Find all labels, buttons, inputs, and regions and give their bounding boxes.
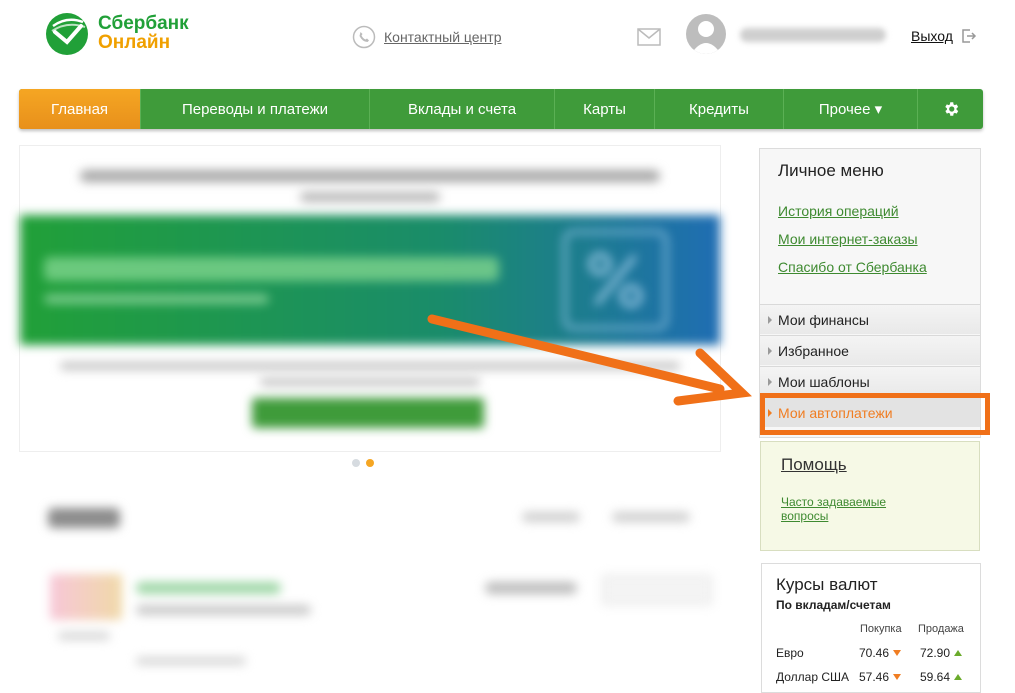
- main-navigation: Главная Переводы и платежи Вклады и счет…: [19, 89, 983, 129]
- avatar[interactable]: [686, 14, 726, 54]
- chevron-right-icon: [768, 315, 772, 324]
- user-silhouette-icon: [691, 21, 721, 54]
- menu-section-favorites[interactable]: Избранное: [760, 335, 980, 365]
- rates-subtitle: По вкладам/счетам: [776, 598, 891, 612]
- rate-buy-value: 57.46: [859, 670, 890, 684]
- rates-title: Курсы валют: [776, 575, 878, 594]
- phone-icon: [352, 25, 376, 49]
- chevron-right-icon: [768, 346, 772, 355]
- rates-col-sell: Продажа: [918, 623, 964, 635]
- cards-link-blurred[interactable]: [522, 512, 580, 522]
- rate-sell-value: 59.64: [920, 670, 951, 684]
- menu-link-internet-orders[interactable]: Мои интернет-заказы: [778, 231, 918, 247]
- rate-currency: Доллар США: [776, 670, 850, 684]
- mail-icon[interactable]: [637, 28, 661, 46]
- card-number-blurred: [136, 605, 311, 615]
- rate-sell-value: 72.90: [920, 646, 951, 660]
- nav-settings-button[interactable]: [918, 89, 983, 129]
- carousel-dot-active[interactable]: [366, 459, 374, 467]
- chevron-right-icon: [768, 377, 772, 386]
- rate-buy-cell: 70.46: [859, 646, 902, 660]
- promo-greeting-blurred-2: [300, 192, 440, 202]
- promo-greeting-blurred: [80, 170, 660, 182]
- card-history-link-blurred[interactable]: [136, 657, 246, 665]
- menu-section-label: Избранное: [778, 342, 849, 359]
- promo-banner-title-blurred: [44, 257, 499, 281]
- logout-link[interactable]: Выход: [911, 28, 977, 44]
- annotation-arrow-icon: [427, 314, 752, 406]
- card-balance-blurred: [485, 582, 577, 594]
- nav-tab-home[interactable]: Главная: [19, 89, 141, 129]
- username-blurred: [740, 28, 886, 42]
- rate-buy-cell: 57.46: [859, 670, 902, 684]
- carousel-dots: [352, 459, 374, 467]
- contact-center-link[interactable]: Контактный центр: [352, 24, 502, 50]
- faq-link[interactable]: Часто задаваемые вопросы: [781, 495, 931, 523]
- rate-currency: Евро: [776, 646, 804, 660]
- cards-section-title-blurred: [48, 508, 120, 528]
- rate-sell-cell: 59.64: [920, 670, 963, 684]
- logout-label: Выход: [911, 28, 953, 44]
- rate-sell-cell: 72.90: [920, 646, 963, 660]
- promo-banner-subtitle-blurred: [44, 294, 269, 304]
- gear-icon: [944, 102, 958, 116]
- nav-tab-credits[interactable]: Кредиты: [655, 89, 784, 129]
- arrow-down-icon: [893, 674, 902, 680]
- card-operations-button[interactable]: [602, 575, 712, 605]
- nav-tab-other[interactable]: Прочее ▾: [784, 89, 918, 129]
- menu-link-history[interactable]: История операций: [778, 203, 899, 219]
- nav-tab-cards[interactable]: Карты: [555, 89, 655, 129]
- annotation-highlight-box: [760, 393, 990, 435]
- contact-center-label: Контактный центр: [384, 29, 502, 45]
- personal-menu-title: Личное меню: [778, 161, 884, 180]
- rate-buy-value: 70.46: [859, 646, 890, 660]
- nav-tab-deposits[interactable]: Вклады и счета: [370, 89, 555, 129]
- arrow-up-icon: [954, 650, 963, 656]
- menu-section-finances[interactable]: Мои финансы: [760, 304, 980, 334]
- nav-tab-transfers[interactable]: Переводы и платежи: [141, 89, 370, 129]
- carousel-dot[interactable]: [352, 459, 360, 467]
- arrow-up-icon: [954, 674, 963, 680]
- menu-section-label: Мои шаблоны: [778, 373, 870, 390]
- logout-icon: [962, 29, 976, 43]
- card-name-blurred[interactable]: [136, 582, 281, 594]
- rates-col-buy: Покупка: [860, 623, 902, 635]
- menu-section-label: Мои финансы: [778, 311, 869, 328]
- logo-line-2: Онлайн: [98, 32, 171, 53]
- menu-section-templates[interactable]: Мои шаблоны: [760, 366, 980, 396]
- help-title[interactable]: Помощь: [781, 455, 847, 475]
- card-expiry-blurred: [58, 632, 110, 640]
- logo-text: Сбербанк Онлайн: [98, 14, 189, 52]
- bank-card-image[interactable]: [50, 574, 122, 620]
- cards-link-blurred-2[interactable]: [612, 512, 690, 522]
- logo-line-1: Сбербанк: [98, 13, 189, 34]
- arrow-down-icon: [893, 650, 902, 656]
- menu-link-spasibo[interactable]: Спасибо от Сбербанка: [778, 259, 927, 275]
